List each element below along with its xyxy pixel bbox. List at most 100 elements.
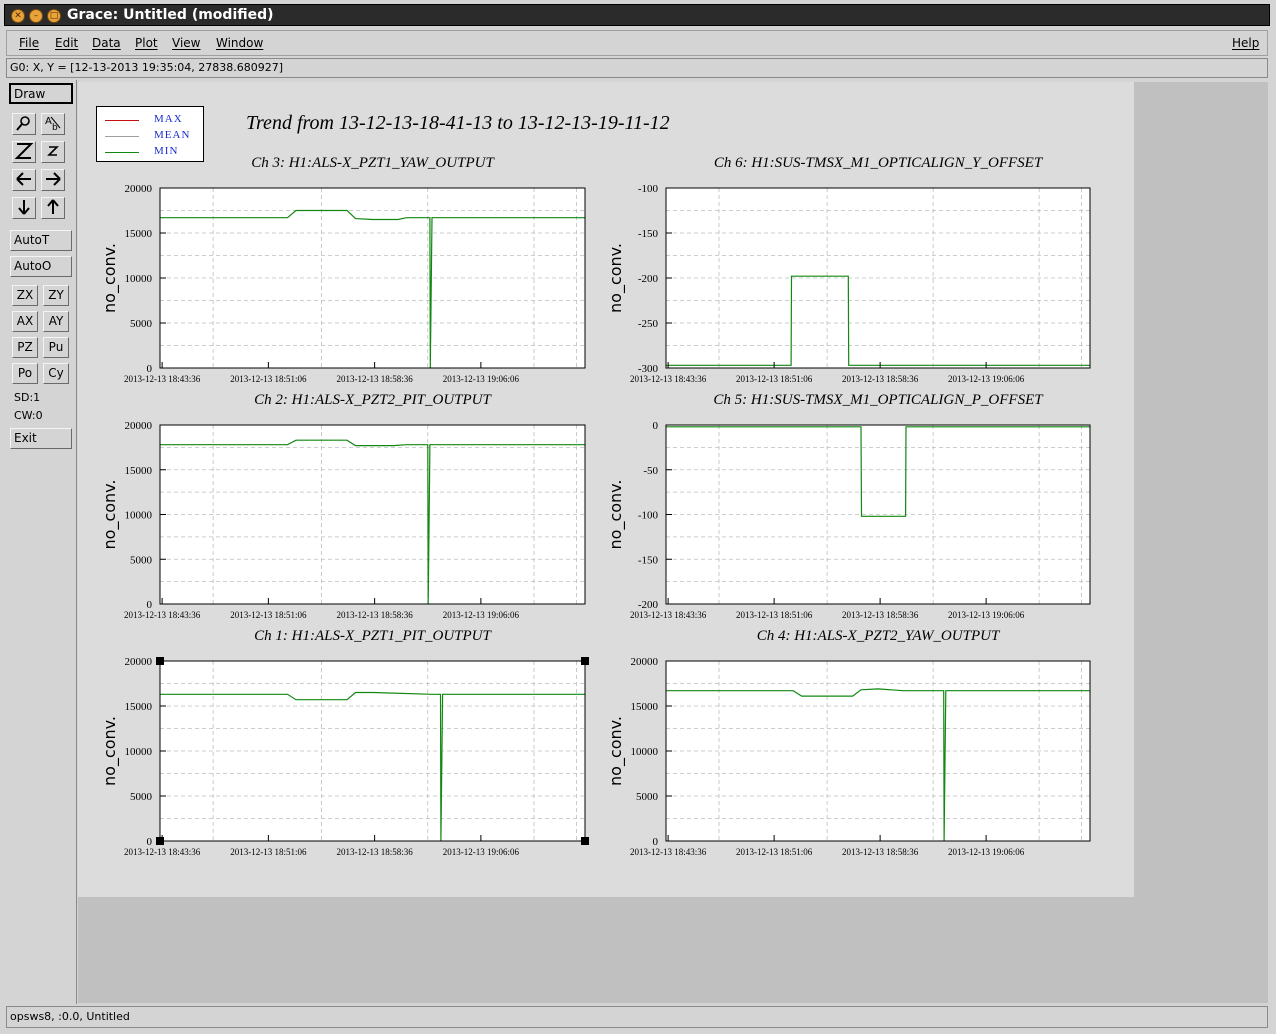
x-tick-label: 2013-12-13 18:51:06	[230, 374, 307, 384]
x-tick-label: 2013-12-13 18:43:36	[124, 610, 201, 620]
x-tick-label: 2013-12-13 18:58:36	[337, 374, 414, 384]
menu-file[interactable]: File	[19, 36, 39, 50]
arrow-left-icon	[16, 172, 31, 186]
plot-5[interactable]: 050001000015000200002013-12-13 18:43:36 2…	[85, 656, 600, 881]
zoom-in-Z-icon	[14, 143, 34, 159]
y-tick-label: -100	[638, 510, 659, 522]
push-zoom-button[interactable]: PZ	[12, 337, 38, 358]
y-tick-label: 20000	[125, 183, 153, 195]
plot-3[interactable]: 050001000015000200002013-12-13 18:43:36 2…	[85, 420, 600, 644]
minimize-icon[interactable]: –	[29, 9, 43, 23]
selection-handle[interactable]	[156, 657, 164, 665]
menu-bar: File Edit Data Plot View Window Help	[6, 30, 1268, 56]
text-button[interactable]: Ab	[41, 113, 65, 135]
y-tick-label: -200	[638, 273, 659, 285]
draw-button[interactable]: Draw	[9, 83, 73, 104]
scroll-right-button[interactable]	[41, 169, 65, 191]
close-icon[interactable]: ✕	[11, 9, 25, 23]
plot-1[interactable]: 050001000015000200002013-12-13 18:43:36 2…	[85, 183, 600, 408]
canvas-area[interactable]: MAX MEAN MIN Trend from 13-12-13-18-41-1…	[78, 82, 1268, 1003]
y-axis-label: no_conv.	[100, 243, 120, 313]
x-tick-label: 2013-12-13 18:43:36	[630, 374, 707, 384]
plot-title-2: Ch 6: H1:SUS-TMSX_M1_OPTICALIGN_Y_OFFSET	[713, 155, 1043, 171]
zoom-out-button[interactable]	[41, 141, 65, 163]
scroll-up-button[interactable]	[41, 197, 65, 219]
x-tick-label: 2013-12-13 18:58:36	[337, 610, 414, 620]
zoom-icon	[16, 116, 30, 131]
legend-label-max: MAX	[154, 113, 183, 125]
y-tick-label: 10000	[125, 510, 153, 522]
x-tick-label: 2013-12-13 18:43:36	[124, 374, 201, 384]
menu-data[interactable]: Data	[92, 36, 121, 50]
menu-edit[interactable]: Edit	[55, 36, 78, 50]
window-title: Grace: Untitled (modified)	[67, 7, 274, 23]
plot-6[interactable]: 050001000015000200002013-12-13 18:43:36 2…	[591, 656, 1105, 881]
autoscale-onset-button[interactable]: AutoO	[10, 256, 72, 277]
menu-window[interactable]: Window	[216, 36, 263, 50]
plot-4[interactable]: -200-150-100-5002013-12-13 18:43:36 2013-…	[591, 420, 1105, 644]
autoscale-y-button[interactable]: AY	[43, 311, 69, 332]
y-tick-label: -100	[638, 183, 659, 195]
x-tick-label: 2013-12-13 18:58:36	[842, 374, 919, 384]
legend-label-mean: MEAN	[154, 129, 191, 141]
graph-page[interactable]: MAX MEAN MIN Trend from 13-12-13-18-41-1…	[78, 82, 1134, 897]
arrow-down-icon	[18, 200, 30, 215]
selection-handle[interactable]	[581, 837, 589, 845]
x-tick-label: 2013-12-13 19:06:06	[948, 847, 1025, 857]
y-tick-label: -150	[638, 554, 659, 566]
x-tick-label: 2013-12-13 19:06:06	[948, 610, 1025, 620]
y-tick-label: 15000	[631, 701, 659, 713]
menu-plot[interactable]: Plot	[135, 36, 158, 50]
menu-help[interactable]: Help	[1232, 36, 1259, 50]
y-axis-label: no_conv.	[100, 480, 120, 550]
scroll-down-button[interactable]	[12, 197, 36, 219]
pop-button[interactable]: Po	[12, 363, 38, 384]
y-axis-label: no_conv.	[606, 480, 626, 550]
cycle-button[interactable]: Cy	[43, 363, 69, 384]
plot-title-1: Ch 3: H1:ALS-X_PZT1_YAW_OUTPUT	[251, 155, 494, 171]
push-button[interactable]: Pu	[43, 337, 69, 358]
autoscale-ticks-button[interactable]: AutoT	[10, 230, 72, 251]
y-tick-label: -250	[638, 318, 659, 330]
x-tick-label: 2013-12-13 18:51:06	[736, 610, 813, 620]
maximize-icon[interactable]: □	[47, 9, 61, 23]
autoscale-x-button[interactable]: AX	[12, 311, 38, 332]
x-tick-label: 2013-12-13 18:43:36	[630, 610, 707, 620]
graph-title: Trend from 13-12-13-18-41-13 to 13-12-13…	[246, 112, 670, 134]
y-tick-label: 5000	[130, 791, 153, 803]
legend-line-max	[105, 120, 139, 121]
y-tick-label: 5000	[130, 554, 153, 566]
x-tick-label: 2013-12-13 19:06:06	[443, 847, 520, 857]
zoom-y-button[interactable]: ZY	[43, 285, 69, 306]
y-tick-label: 15000	[125, 701, 153, 713]
locator-bar: G0: X, Y = [12-13-2013 19:35:04, 27838.6…	[6, 58, 1268, 78]
plot-2[interactable]: -300-250-200-150-1002013-12-13 18:43:36 2…	[591, 183, 1105, 408]
status-bar: opsws8, :0.0, Untitled	[6, 1006, 1268, 1028]
plot-title-3: Ch 2: H1:ALS-X_PZT2_PIT_OUTPUT	[254, 392, 491, 408]
x-tick-label: 2013-12-13 19:06:06	[443, 374, 520, 384]
x-tick-label: 2013-12-13 19:06:06	[948, 374, 1025, 384]
zoom-out-z-icon	[47, 146, 59, 156]
x-tick-label: 2013-12-13 18:51:06	[230, 847, 307, 857]
legend-line-min	[105, 152, 139, 153]
current-world-label: CW:0	[14, 409, 43, 422]
y-tick-label: 0	[653, 420, 659, 432]
menu-view[interactable]: View	[172, 36, 200, 50]
x-tick-label: 2013-12-13 18:51:06	[736, 374, 813, 384]
x-tick-label: 2013-12-13 19:06:06	[443, 610, 520, 620]
y-axis-label: no_conv.	[100, 716, 120, 786]
zoom-button[interactable]	[12, 113, 36, 135]
zoom-x-button[interactable]: ZX	[12, 285, 38, 306]
tool-panel: Draw Ab AutoT AutoO ZX ZY AX AY PZ Pu Po…	[6, 80, 77, 1004]
zoom-in-button[interactable]	[12, 141, 36, 163]
x-tick-label: 2013-12-13 18:43:36	[124, 847, 201, 857]
exit-button[interactable]: Exit	[10, 428, 72, 449]
text-icon: Ab	[45, 116, 61, 133]
selection-handle[interactable]	[156, 837, 164, 845]
y-tick-label: 20000	[125, 420, 153, 432]
x-tick-label: 2013-12-13 18:43:36	[630, 847, 707, 857]
plot-title-4: Ch 5: H1:SUS-TMSX_M1_OPTICALIGN_P_OFFSET	[713, 392, 1043, 408]
y-tick-label: -50	[643, 465, 658, 477]
selection-handle[interactable]	[581, 657, 589, 665]
scroll-left-button[interactable]	[12, 169, 36, 191]
